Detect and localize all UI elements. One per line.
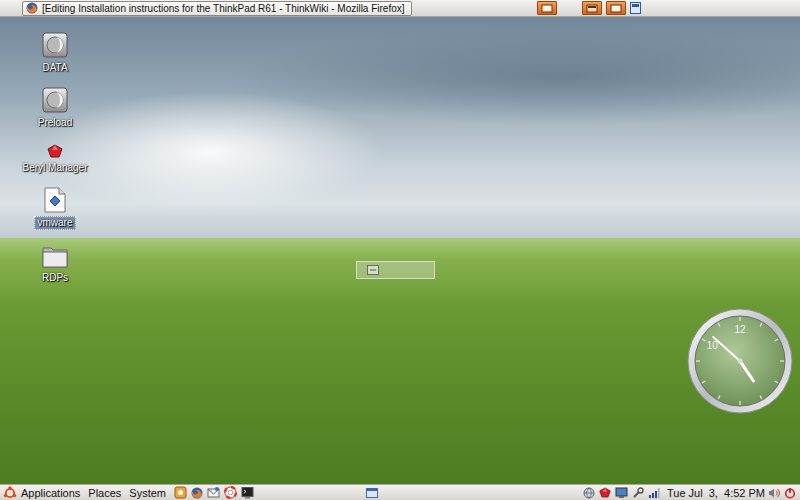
network-icon[interactable] xyxy=(583,487,595,499)
ubuntu-icon[interactable] xyxy=(3,486,17,500)
desktop-icons: DATA Preload Beryl Manager vmware RDPs xyxy=(15,32,95,285)
workspace-button[interactable] xyxy=(606,1,626,15)
window-icon xyxy=(541,4,553,13)
panel-menu[interactable]: System xyxy=(125,486,170,500)
desktop-icon-label[interactable]: Preload xyxy=(35,116,75,130)
app-icon[interactable] xyxy=(630,2,641,14)
media-player-icon[interactable] xyxy=(174,486,187,499)
desktop-icon-label[interactable]: RDPs xyxy=(39,271,71,285)
desktop-icon[interactable]: RDPs xyxy=(15,242,95,285)
desktop-icon-label[interactable]: vmware xyxy=(34,216,75,230)
clock-number: 12 xyxy=(734,324,746,335)
desktop-icon[interactable]: Preload xyxy=(15,87,95,130)
window-button[interactable]: [Editing Installation instructions for t… xyxy=(22,1,412,16)
minute-hand xyxy=(713,337,740,361)
power-icon[interactable] xyxy=(784,487,796,499)
file-icon[interactable] xyxy=(44,187,66,213)
desktop-icon-label[interactable]: Beryl Manager xyxy=(19,161,90,175)
widget-icon xyxy=(367,265,379,275)
desktop-icon-label[interactable]: DATA xyxy=(39,61,70,75)
clock-widget[interactable]: 1210 xyxy=(686,307,794,415)
window-icon[interactable] xyxy=(366,487,378,499)
terminal-icon[interactable] xyxy=(241,486,254,499)
beryl-icon[interactable] xyxy=(599,487,611,498)
panel-clock[interactable]: Tue Jul 3, 4:52 PM xyxy=(664,486,768,500)
volume-icon[interactable] xyxy=(768,487,780,499)
bottom-panel: ApplicationsPlacesSystem Tue Jul 3, 4:52 … xyxy=(0,484,800,500)
launchers xyxy=(174,486,254,499)
mail-icon[interactable] xyxy=(207,486,220,499)
window-title: [Editing Installation instructions for t… xyxy=(42,2,405,15)
desktop[interactable]: DATA Preload Beryl Manager vmware RDPs 1210 xyxy=(0,17,800,484)
drive-icon[interactable] xyxy=(42,32,68,58)
system-tray xyxy=(583,487,660,499)
panel-end xyxy=(768,487,800,499)
beryl-icon[interactable] xyxy=(47,144,63,158)
desktop-icon[interactable]: Beryl Manager xyxy=(15,142,95,175)
desktop-icon[interactable]: vmware xyxy=(15,187,95,230)
hour-hand xyxy=(740,361,753,381)
help-icon[interactable] xyxy=(224,486,237,499)
tool-icon[interactable] xyxy=(632,487,644,499)
window-icon xyxy=(610,4,622,13)
display-icon[interactable] xyxy=(615,487,628,499)
firefox-icon xyxy=(26,2,38,14)
workspace-button[interactable] xyxy=(537,1,557,15)
firefox-icon[interactable] xyxy=(191,487,203,499)
workspace-button[interactable] xyxy=(582,1,602,15)
window-icon xyxy=(586,4,598,13)
panel-menu[interactable]: Places xyxy=(84,486,125,500)
window-list: [Editing Installation instructions for t… xyxy=(0,1,537,16)
main-menu-bar: ApplicationsPlacesSystem xyxy=(0,486,366,500)
drive-icon[interactable] xyxy=(42,87,68,113)
desktop-widget[interactable] xyxy=(356,261,435,279)
top-panel: [Editing Installation instructions for t… xyxy=(0,0,800,17)
panel-menu[interactable]: Applications xyxy=(17,486,84,500)
signal-icon[interactable] xyxy=(648,487,660,499)
desktop-icon[interactable]: DATA xyxy=(15,32,95,75)
folder-icon[interactable] xyxy=(42,244,68,268)
